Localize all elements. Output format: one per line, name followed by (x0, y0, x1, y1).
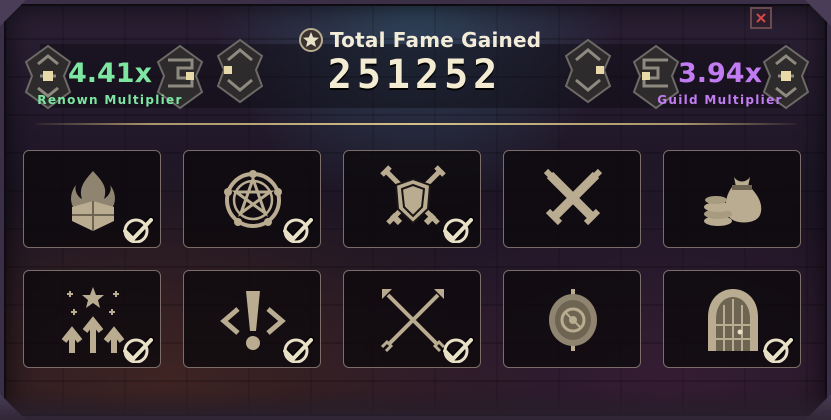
checkmark-icon (442, 216, 474, 243)
renown-multiplier: 4.41x Renown Multiplier (20, 58, 200, 107)
flame-shield-icon (71, 171, 115, 231)
bonus-tile[interactable] (343, 270, 481, 368)
dungeon-door-icon (708, 289, 758, 351)
bottom-strip (0, 392, 831, 420)
checkmark-icon (122, 216, 154, 243)
crossed-swords-shield-icon (380, 165, 446, 226)
guild-multiplier: 3.94x Guild Multiplier (630, 58, 810, 107)
treasure-bags-icon (704, 177, 762, 226)
checkmark-icon (442, 336, 474, 363)
crossed-arrows-icon (380, 289, 446, 353)
checkmark-icon (282, 336, 314, 363)
guild-multiplier-value: 3.94x (677, 58, 763, 89)
guild-multiplier-label: Guild Multiplier (657, 93, 783, 107)
bonus-tile[interactable] (503, 150, 641, 248)
checkmark-icon (762, 336, 794, 363)
renown-multiplier-label: Renown Multiplier (37, 93, 183, 107)
bonus-tile[interactable] (663, 270, 801, 368)
bonus-tile[interactable] (183, 270, 321, 368)
bonus-tile[interactable] (183, 150, 321, 248)
target-eye-icon (549, 289, 597, 351)
page-title: Total Fame Gained (330, 28, 542, 52)
crossed-swords-icon (543, 168, 603, 226)
close-icon (756, 13, 766, 23)
fame-title-row: Total Fame Gained (298, 26, 541, 54)
header-divider (36, 123, 796, 125)
pentagram-circle-icon (224, 170, 282, 228)
bonus-tile[interactable] (23, 150, 161, 248)
star-medal-icon (299, 28, 323, 52)
bonus-tile[interactable] (23, 270, 161, 368)
total-fame-value: 251252 (327, 52, 503, 98)
rune-ornament-icon (216, 38, 264, 104)
close-button[interactable] (750, 7, 772, 29)
bonus-tile[interactable] (663, 150, 801, 248)
bonus-tile[interactable] (503, 270, 641, 368)
renown-multiplier-value: 4.41x (67, 58, 153, 89)
bonus-tile[interactable] (343, 150, 481, 248)
checkmark-icon (282, 216, 314, 243)
rune-ornament-icon (564, 38, 612, 104)
star-arrows-up-icon (61, 287, 125, 353)
checkmark-icon (122, 336, 154, 363)
exclamation-diamond-icon (220, 291, 286, 350)
